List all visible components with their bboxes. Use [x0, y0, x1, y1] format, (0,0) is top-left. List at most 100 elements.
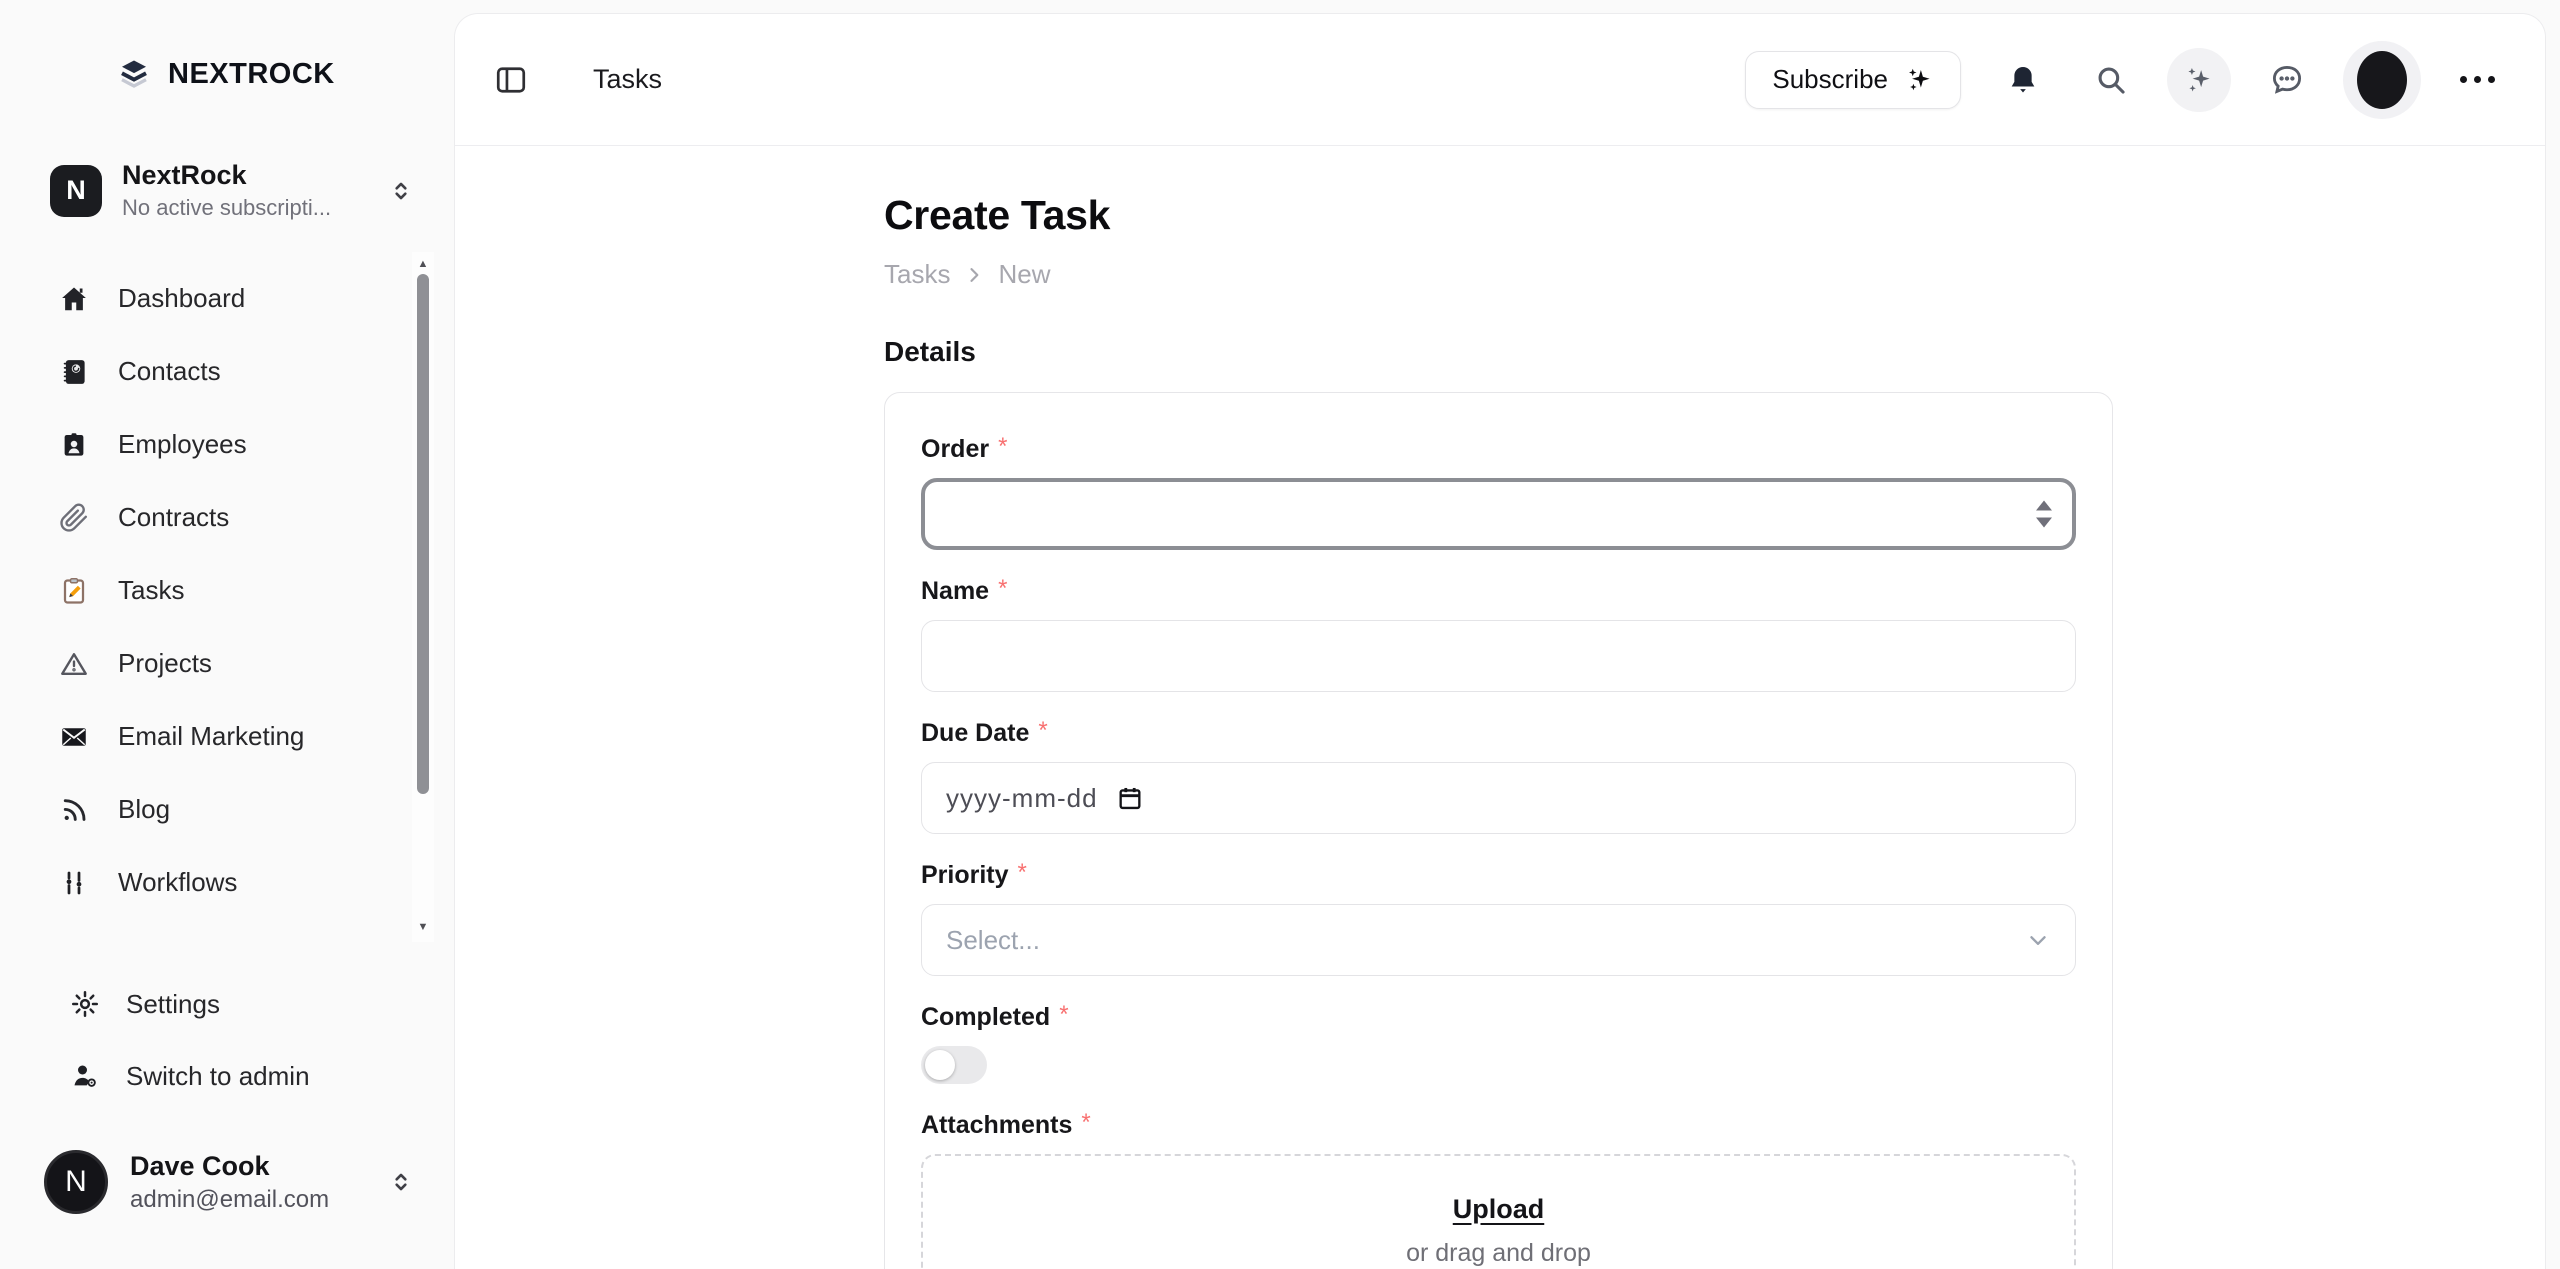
field-completed: Completed *	[921, 1003, 2076, 1084]
notifications-bell-icon[interactable]	[1991, 48, 2055, 112]
sidebar-item-employees[interactable]: Employees	[0, 408, 412, 481]
user-avatar: N	[44, 1150, 108, 1214]
sidebar: NEXTROCK N NextRock No active subscripti…	[0, 0, 454, 1269]
date-placeholder: yyyy-mm-dd	[946, 783, 1098, 814]
details-form-card: Order * Name *	[884, 392, 2113, 1269]
scrollbar-down-arrow[interactable]: ▼	[412, 920, 434, 934]
sidebar-item-email-marketing[interactable]: Email Marketing	[0, 700, 412, 773]
number-spinner[interactable]	[2036, 501, 2052, 528]
contacts-book-icon	[58, 356, 90, 388]
sidebar-item-projects[interactable]: Projects	[0, 627, 412, 700]
upload-link[interactable]: Upload	[1453, 1194, 1545, 1225]
sidebar-item-dashboard[interactable]: Dashboard	[0, 262, 412, 335]
user-menu[interactable]: N Dave Cook admin@email.com	[44, 1150, 414, 1214]
subscribe-button[interactable]: Subscribe	[1745, 51, 1961, 109]
more-options-icon[interactable]	[2445, 48, 2509, 112]
section-title-details: Details	[884, 336, 2545, 368]
required-asterisk: *	[998, 575, 1007, 603]
field-priority: Priority * Select...	[921, 861, 2076, 976]
topbar-icons	[1991, 41, 2509, 119]
search-icon[interactable]	[2079, 48, 2143, 112]
sidebar-item-label: Contracts	[118, 502, 229, 533]
triangle-alert-icon	[58, 648, 90, 680]
field-name: Name *	[921, 577, 2076, 692]
ai-sparkles-icon[interactable]	[2167, 48, 2231, 112]
main-panel: Tasks Subscribe	[454, 13, 2546, 1269]
sidebar-item-label: Settings	[126, 989, 220, 1020]
required-asterisk: *	[1018, 859, 1027, 887]
field-due-date: Due Date * yyyy-mm-dd	[921, 719, 2076, 834]
name-input[interactable]	[921, 620, 2076, 692]
sliders-icon	[58, 867, 90, 899]
sidebar-item-blog[interactable]: Blog	[0, 773, 412, 846]
sidebar-footer: Settings Switch to admin	[0, 968, 454, 1112]
rss-icon	[58, 794, 90, 826]
topbar: Tasks Subscribe	[455, 14, 2545, 146]
subscribe-label: Subscribe	[1772, 64, 1888, 95]
order-label: Order	[921, 435, 989, 464]
spinner-up-icon[interactable]	[2036, 501, 2052, 511]
calendar-icon[interactable]	[1116, 784, 1144, 812]
spinner-down-icon[interactable]	[2036, 518, 2052, 528]
sidebar-item-label: Tasks	[118, 575, 184, 606]
sidebar-item-switch-to-admin[interactable]: Switch to admin	[0, 1040, 454, 1112]
select-placeholder: Select...	[946, 925, 1040, 956]
due-date-input[interactable]: yyyy-mm-dd	[921, 762, 2076, 834]
memo-icon	[58, 575, 90, 607]
user-gear-icon	[70, 1061, 100, 1091]
user-name: Dave Cook	[130, 1151, 366, 1182]
sparkles-icon	[1904, 65, 1934, 95]
workspace-avatar: N	[50, 165, 102, 217]
chevron-updown-icon	[388, 1169, 414, 1195]
completed-toggle[interactable]	[921, 1046, 987, 1084]
priority-label: Priority	[921, 861, 1009, 890]
attachments-label: Attachments	[921, 1111, 1072, 1140]
required-asterisk: *	[1059, 1001, 1068, 1029]
brand-name: NEXTROCK	[168, 58, 335, 91]
sidebar-item-label: Projects	[118, 648, 212, 679]
sidebar-nav: Dashboard Contacts Employees Contracts T	[0, 262, 412, 919]
workspace-switcher[interactable]: N NextRock No active subscripti...	[50, 160, 414, 221]
scrollbar-up-arrow[interactable]: ▲	[412, 257, 434, 271]
paperclip-icon	[58, 502, 90, 534]
header-avatar[interactable]	[2343, 41, 2421, 119]
scrollbar-thumb[interactable]	[417, 274, 429, 794]
sidebar-item-label: Dashboard	[118, 283, 245, 314]
sidebar-item-label: Contacts	[118, 356, 221, 387]
order-input[interactable]	[921, 478, 2076, 550]
sidebar-item-contacts[interactable]: Contacts	[0, 335, 412, 408]
attachments-dropzone[interactable]: Upload or drag and drop	[921, 1154, 2076, 1269]
sidebar-item-label: Blog	[118, 794, 170, 825]
chevron-updown-icon	[388, 178, 414, 204]
sidebar-item-label: Workflows	[118, 867, 237, 898]
sidebar-toggle-icon[interactable]	[491, 60, 531, 100]
sidebar-scrollbar[interactable]: ▲ ▼	[412, 252, 434, 942]
upload-hint: or drag and drop	[1406, 1239, 1591, 1268]
field-attachments: Attachments * Upload or drag and drop	[921, 1111, 2076, 1269]
toggle-knob	[925, 1050, 955, 1080]
sidebar-item-workflows[interactable]: Workflows	[0, 846, 412, 919]
due-date-label: Due Date	[921, 719, 1029, 748]
priority-select[interactable]: Select...	[921, 904, 2076, 976]
id-badge-icon	[58, 429, 90, 461]
topbar-title: Tasks	[593, 64, 662, 95]
content-area: Create Task Tasks New Details Order *	[455, 146, 2545, 1269]
completed-label: Completed	[921, 1003, 1050, 1032]
envelope-icon	[58, 721, 90, 753]
sidebar-item-label: Switch to admin	[126, 1061, 310, 1092]
sidebar-item-settings[interactable]: Settings	[0, 968, 454, 1040]
field-order: Order *	[921, 435, 2076, 550]
chevron-right-icon	[964, 265, 984, 285]
page-title: Create Task	[884, 192, 2545, 239]
workspace-subscription-status: No active subscripti...	[122, 195, 368, 221]
sidebar-item-tasks[interactable]: Tasks	[0, 554, 412, 627]
breadcrumb-tasks[interactable]: Tasks	[884, 259, 950, 290]
avatar-silhouette	[2357, 51, 2407, 109]
workspace-name: NextRock	[122, 160, 368, 191]
chat-icon[interactable]	[2255, 48, 2319, 112]
breadcrumb-new: New	[998, 259, 1050, 290]
required-asterisk: *	[998, 433, 1007, 461]
sidebar-item-contracts[interactable]: Contracts	[0, 481, 412, 554]
chevron-down-icon	[2025, 927, 2051, 953]
required-asterisk: *	[1081, 1109, 1090, 1137]
